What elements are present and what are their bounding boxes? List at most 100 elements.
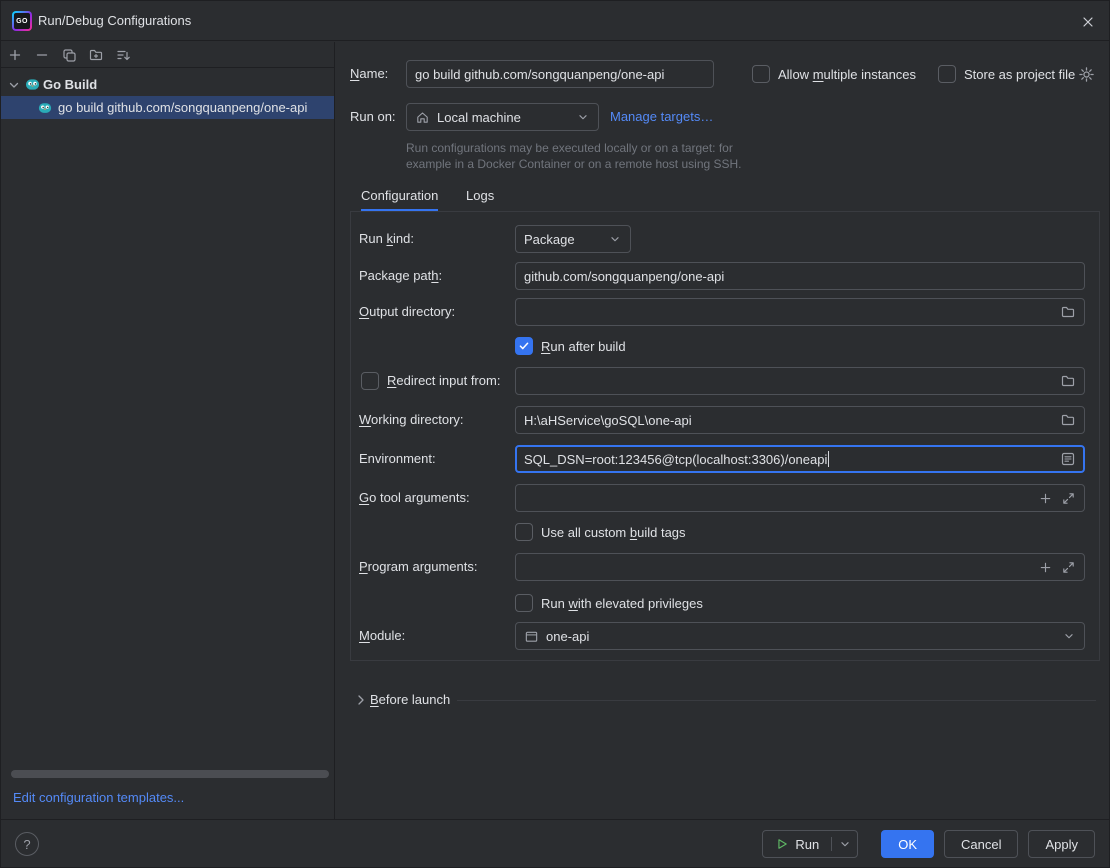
run-kind-dropdown[interactable]: Package	[515, 225, 631, 253]
main-panel: Name: go build github.com/songquanpeng/o…	[336, 42, 1109, 819]
folder-icon[interactable]	[1060, 412, 1076, 428]
environment-input[interactable]: SQL_DSN=root:123456@tcp(localhost:3306)/…	[515, 445, 1085, 473]
chevron-down-icon	[6, 77, 22, 93]
goland-app-icon: GO	[12, 11, 32, 31]
redirect-input-from-input[interactable]	[515, 367, 1085, 395]
run-after-build-label: Run after build	[541, 339, 626, 354]
module-label: Module:	[359, 622, 405, 650]
working-directory-input[interactable]: H:\aHService\goSQL\one-api	[515, 406, 1085, 434]
copy-configuration-button[interactable]	[60, 46, 78, 64]
name-input[interactable]: go build github.com/songquanpeng/one-api	[406, 60, 714, 88]
program-arguments-label: Program arguments:	[359, 553, 478, 581]
tree-item-label: go build github.com/songquanpeng/one-api	[58, 100, 307, 115]
copy-icon	[61, 47, 77, 63]
run-button[interactable]: Run	[763, 837, 831, 852]
add-icon[interactable]	[1038, 560, 1053, 575]
output-directory-label: Output directory:	[359, 298, 455, 326]
play-icon	[775, 837, 789, 851]
run-split-button[interactable]: Run	[762, 830, 858, 858]
new-folder-button[interactable]	[87, 46, 105, 64]
browse-variables-icon[interactable]	[1060, 451, 1076, 467]
environment-label: Environment:	[359, 445, 436, 473]
edit-configuration-templates-link[interactable]: Edit configuration templates...	[13, 790, 184, 805]
window-title: Run/Debug Configurations	[38, 1, 191, 41]
tab-logs[interactable]: Logs	[466, 184, 494, 212]
configurations-sidebar: Go Build go build github.com/songquanpen…	[1, 42, 335, 819]
run-button-label: Run	[795, 837, 819, 852]
before-launch-divider	[457, 700, 1096, 701]
close-icon	[1081, 15, 1095, 29]
run-kind-value: Package	[524, 232, 575, 247]
sort-configurations-button[interactable]	[114, 46, 132, 64]
store-options-gear-button[interactable]	[1078, 66, 1095, 83]
folder-icon[interactable]	[1060, 373, 1076, 389]
go-build-icon	[25, 77, 40, 92]
checkbox-unchecked-icon	[752, 65, 770, 83]
run-on-dropdown[interactable]: Local machine	[406, 103, 599, 131]
name-label: Name:	[350, 60, 388, 88]
text-caret	[828, 451, 829, 467]
chevron-down-icon	[608, 232, 622, 246]
remove-configuration-button[interactable]	[33, 46, 51, 64]
run-on-label: Run on:	[350, 103, 396, 131]
chevron-down-icon	[838, 837, 852, 851]
add-icon[interactable]	[1038, 491, 1053, 506]
expand-icon[interactable]	[1061, 491, 1076, 506]
horizontal-scrollbar[interactable]	[11, 770, 329, 778]
checkbox-unchecked-icon	[938, 65, 956, 83]
package-path-input[interactable]: github.com/songquanpeng/one-api	[515, 262, 1085, 290]
tree-item-go-build-one-api[interactable]: go build github.com/songquanpeng/one-api	[1, 96, 334, 119]
go-run-config-icon	[38, 101, 52, 115]
run-options-arrow[interactable]	[831, 837, 857, 851]
package-path-value: github.com/songquanpeng/one-api	[524, 269, 724, 284]
expand-icon[interactable]	[1061, 560, 1076, 575]
close-button[interactable]	[1075, 9, 1101, 35]
working-directory-label: Working directory:	[359, 406, 464, 434]
redirect-input-label: Redirect input from:	[387, 367, 500, 395]
gear-icon	[1078, 66, 1095, 83]
dialog-footer: ? Run OK Cancel Apply	[1, 819, 1109, 867]
apply-button[interactable]: Apply	[1028, 830, 1095, 858]
tab-configuration[interactable]: Configuration	[361, 184, 438, 212]
allow-multiple-instances-checkbox[interactable]: Allow multiple instances	[752, 65, 916, 83]
tree-group-go-build[interactable]: Go Build	[1, 73, 334, 96]
module-icon	[524, 629, 539, 644]
go-tool-arguments-label: Go tool arguments:	[359, 484, 470, 512]
title-bar: GO Run/Debug Configurations	[1, 1, 1109, 41]
store-as-project-file-label: Store as project file	[964, 67, 1075, 82]
use-custom-build-tags-checkbox[interactable]: Use all custom build tags	[515, 523, 686, 541]
run-elevated-privileges-checkbox[interactable]: Run with elevated privileges	[515, 594, 703, 612]
chevron-right-icon[interactable]	[353, 692, 369, 708]
add-configuration-button[interactable]	[6, 46, 24, 64]
redirect-input-checkbox[interactable]	[361, 372, 379, 390]
module-dropdown[interactable]: one-api	[515, 622, 1085, 650]
minus-icon	[34, 47, 50, 63]
configurations-tree: Go Build go build github.com/songquanpen…	[1, 68, 334, 119]
run-debug-configurations-dialog: GO Run/Debug Configurations	[0, 0, 1110, 868]
chevron-down-icon	[576, 110, 590, 124]
manage-targets-link[interactable]: Manage targets…	[610, 103, 713, 131]
checkbox-unchecked-icon	[361, 372, 379, 390]
store-as-project-file-checkbox[interactable]: Store as project file	[938, 65, 1075, 83]
run-on-hint-line1: Run configurations may be executed local…	[406, 141, 733, 155]
output-directory-input[interactable]	[515, 298, 1085, 326]
before-launch-label[interactable]: Before launch	[370, 686, 450, 714]
plus-icon	[7, 47, 23, 63]
folder-icon[interactable]	[1060, 304, 1076, 320]
tree-group-label: Go Build	[43, 77, 97, 92]
program-arguments-input[interactable]	[515, 553, 1085, 581]
ok-button[interactable]: OK	[881, 830, 934, 858]
chevron-down-icon	[1062, 629, 1076, 643]
use-custom-build-tags-label: Use all custom build tags	[541, 525, 686, 540]
home-icon	[415, 110, 430, 125]
question-icon: ?	[23, 837, 30, 852]
new-folder-icon	[88, 47, 104, 63]
before-launch-section: Before launch	[336, 686, 1109, 714]
module-value: one-api	[546, 629, 589, 644]
cancel-button[interactable]: Cancel	[944, 830, 1018, 858]
help-button[interactable]: ?	[15, 832, 39, 856]
go-tool-arguments-input[interactable]	[515, 484, 1085, 512]
run-after-build-checkbox[interactable]: Run after build	[515, 337, 626, 355]
name-value: go build github.com/songquanpeng/one-api	[415, 67, 664, 82]
run-kind-label: Run kind:	[359, 225, 414, 253]
